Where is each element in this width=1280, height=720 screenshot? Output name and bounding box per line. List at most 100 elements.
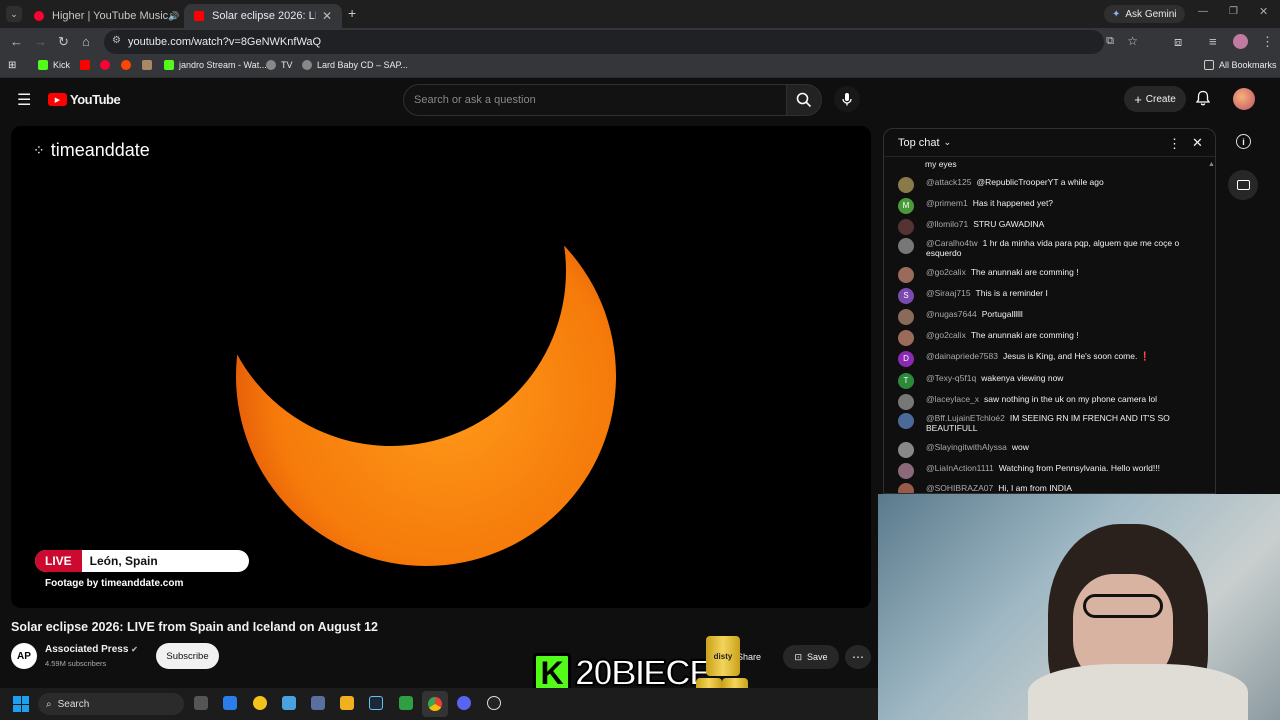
bookmark-youtube[interactable] [80,60,95,70]
menu-kebab-icon[interactable]: ⋮ [1261,34,1274,50]
voice-search-button[interactable] [834,86,860,112]
bookmark-image[interactable] [142,60,157,70]
media-controls-icon[interactable]: ≡ [1209,34,1217,49]
extensions-icon[interactable]: ⧈ [1174,34,1182,50]
ask-gemini-button[interactable]: ✦ Ask Gemini [1104,5,1185,23]
chat-message[interactable]: @LiaInAction1111 Watching from Pennsylvan… [898,463,1188,479]
chat-author-name[interactable]: @primem1 [926,198,968,208]
chat-author-name[interactable]: @dainapriede7583 [926,351,998,361]
chat-toggle-button[interactable] [1228,170,1258,200]
app-icon[interactable] [282,696,296,710]
calculator-icon[interactable] [311,696,325,710]
chat-author-name[interactable]: @laceylace_x [926,394,979,404]
chat-author-name[interactable]: @go2calix [926,330,966,340]
chat-author-avatar[interactable] [898,267,914,283]
home-icon[interactable]: ⌂ [82,34,90,49]
tab-audio-icon[interactable]: 🔊 [168,11,179,22]
channel-avatar[interactable]: AP [11,643,37,669]
edge-icon[interactable] [253,696,267,710]
install-icon[interactable]: ⧉ [1106,35,1114,48]
save-button[interactable]: ⊡ Save [783,645,839,669]
info-icon[interactable]: i [1236,134,1251,149]
chat-author-name[interactable]: @attack125 [926,177,972,187]
bookmark-tv[interactable]: TV [266,60,293,70]
bookmark-youtube-music[interactable] [100,60,115,70]
chat-author-name[interactable]: @Siraaj715 [926,288,971,298]
bookmark-reddit[interactable] [121,60,136,70]
chat-author-name[interactable]: @LiaInAction1111 [926,463,994,473]
notifications-button[interactable] [1195,90,1211,111]
chat-author-avatar[interactable] [898,463,914,479]
channel-name[interactable]: Associated Press ✔ [45,644,138,655]
chat-message[interactable]: S @Siraaj715 This is a reminder I [898,288,1188,304]
create-button[interactable]: + Create [1124,86,1186,112]
subscribe-button[interactable]: Subscribe [156,643,219,669]
chat-message[interactable]: @laceylace_x saw nothing in the uk on my … [898,394,1188,410]
chat-message[interactable]: @SOHIBRAZA07 Hi, I am from INDIA [898,483,1188,493]
new-tab-button[interactable]: + [348,5,356,21]
chat-message[interactable]: T @Texy-q5f1q wakenya viewing now [898,373,1188,389]
back-icon[interactable]: ← [10,34,23,49]
bookmark-jandro-stream[interactable]: jandro Stream - Wat... [164,60,267,70]
chat-author-avatar[interactable]: D [898,351,914,367]
bookmark-star-icon[interactable]: ☆ [1127,34,1138,48]
chat-author-name[interactable]: @llomilo71 [926,219,968,229]
chat-author-avatar[interactable] [898,177,914,193]
chat-author-name[interactable]: @go2calix [926,267,966,277]
chat-message[interactable]: M @primem1 Has it happened yet? [898,198,1188,214]
widgets-icon[interactable] [223,696,237,710]
chat-author-avatar[interactable]: S [898,288,914,304]
chat-mode-dropdown[interactable]: Top chat ⌄ [898,137,951,149]
chat-author-name[interactable]: @SOHIBRAZA07 [926,483,993,493]
profile-avatar[interactable] [1233,34,1248,49]
xbox-icon[interactable] [399,696,413,710]
chat-author-name[interactable]: @Texy-q5f1q [926,373,976,383]
chat-message[interactable]: @nugas7644 Portugallllll [898,309,1188,325]
chrome-taskbar-button[interactable] [422,691,448,717]
reload-icon[interactable]: ↻ [58,34,69,50]
chat-author-avatar[interactable] [898,330,914,346]
tab-youtube-music[interactable]: Higher | YouTube Music 🔊 ✕ [24,4,182,28]
all-bookmarks[interactable]: All Bookmarks [1204,60,1277,70]
search-input[interactable]: Search or ask a question [403,84,787,116]
file-explorer-icon[interactable] [340,696,354,710]
close-window-icon[interactable]: ✕ [1259,5,1268,18]
chat-message[interactable]: @attack125 @RepublicTrooperYT a while ago [898,177,1188,193]
chat-author-name[interactable]: @Caralho4tw [926,238,978,248]
chat-author-avatar[interactable]: M [898,198,914,214]
chat-author-name[interactable]: @nugas7644 [926,309,977,319]
chat-message[interactable]: @Caralho4tw 1 hr da minha vida para pqp, … [898,238,1188,258]
chat-author-avatar[interactable]: T [898,373,914,389]
video-player[interactable]: ⁘ timeanddate LIVE León, Spain Footage b… [11,126,871,608]
close-tab-icon[interactable]: ✕ [316,9,332,23]
tab-solar-eclipse[interactable]: Solar eclipse 2026: LIVE from Sp ✕ [184,4,342,28]
apps-icon[interactable]: ⊞ [8,60,16,71]
discord-icon[interactable] [457,696,471,710]
hamburger-menu-icon[interactable]: ☰ [17,90,31,110]
address-bar[interactable]: ⚙ youtube.com/watch?v=8GeNWKnfWaQ ⧉ ☆ [104,30,1138,54]
taskbar-search[interactable]: ⌕ Search [38,693,184,715]
minimize-icon[interactable]: — [1198,6,1208,17]
more-actions-button[interactable]: ⋯ [845,645,871,669]
steam-icon[interactable] [369,696,383,710]
chat-message[interactable]: @SlayingitwithAlyssa wow [898,442,1188,458]
windows-start-icon[interactable] [13,696,29,712]
obs-icon[interactable] [487,696,501,710]
bookmark-lard-baby[interactable]: Lard Baby CD – SAP... [302,60,408,70]
close-tab-icon[interactable]: ✕ [179,9,182,23]
bookmark-kick[interactable]: Kick [38,60,70,70]
tab-list-icon[interactable]: ⌄ [6,6,22,22]
account-avatar[interactable] [1233,88,1255,110]
search-button[interactable] [786,84,822,116]
chat-author-avatar[interactable] [898,413,914,429]
chat-message[interactable]: @go2calix The anunnaki are comming ! [898,267,1188,283]
chat-options-icon[interactable]: ⋮ [1168,136,1181,152]
maximize-icon[interactable]: ❐ [1229,6,1238,17]
chat-message[interactable]: @llomilo71 STRU GAWADINA [898,219,1188,235]
close-chat-icon[interactable]: ✕ [1192,135,1203,151]
chat-message[interactable]: D @dainapriede7583 Jesus is King, and He's… [898,351,1188,367]
chat-author-name[interactable]: @Bff.LujainETchloé2 [926,413,1005,423]
youtube-logo[interactable]: ▶ YouTube [48,92,121,107]
chat-author-avatar[interactable] [898,219,914,235]
site-info-icon[interactable]: ⚙ [112,35,121,46]
